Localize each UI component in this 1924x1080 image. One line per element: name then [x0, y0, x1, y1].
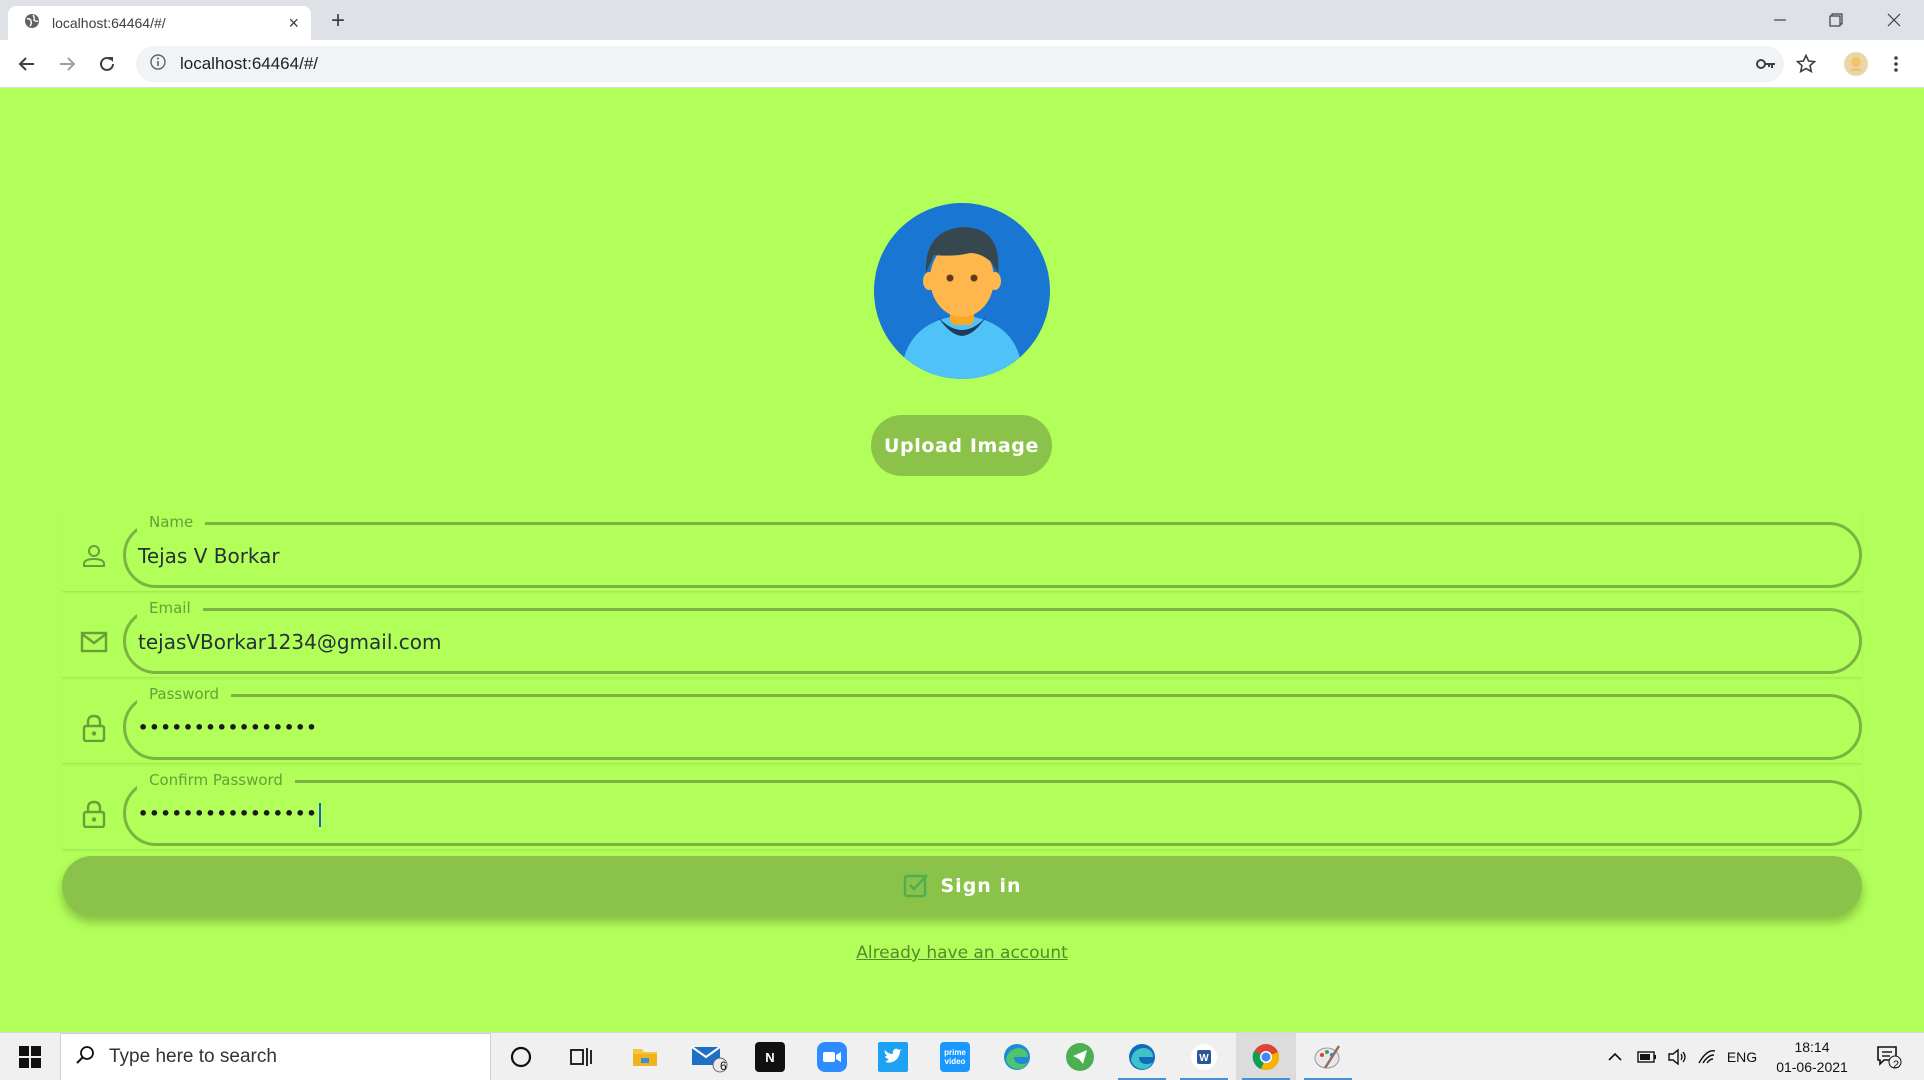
notion-icon[interactable]: N: [740, 1033, 800, 1080]
email-label-container: Email: [137, 598, 203, 618]
notification-center-icon[interactable]: 2: [1866, 1033, 1912, 1080]
forward-arrow-icon[interactable]: [53, 50, 81, 78]
mail-icon: [72, 620, 116, 664]
name-field-row: Name Tejas V Borkar: [62, 512, 1862, 592]
name-label: Name: [149, 513, 194, 531]
battery-icon[interactable]: [1632, 1033, 1662, 1080]
browser-tab[interactable]: localhost:64464/#/ ×: [8, 6, 311, 40]
url-text: localhost:64464/#/: [180, 54, 318, 73]
restore-window-icon[interactable]: [1808, 0, 1864, 40]
show-hidden-icons-chevron-icon[interactable]: [1600, 1033, 1630, 1080]
email-field-row: Email tejasVBorkar1234@gmail.com: [62, 598, 1862, 678]
clock-date: 01-06-2021: [1776, 1059, 1848, 1075]
password-input-outline: [123, 694, 1862, 760]
password-label: Password: [149, 685, 220, 703]
password-input[interactable]: Password ••••••••••••••••: [123, 684, 1862, 764]
password-key-icon[interactable]: [1750, 48, 1782, 80]
name-input-outline: [123, 522, 1862, 588]
file-explorer-icon[interactable]: [615, 1033, 675, 1080]
bookmark-star-icon[interactable]: [1790, 48, 1822, 80]
password-label-container: Password: [137, 684, 232, 704]
address-bar[interactable]: localhost:64464/#/: [136, 46, 1784, 82]
task-view-icon[interactable]: [551, 1033, 611, 1080]
email-label: Email: [149, 599, 191, 617]
confirm-password-value: ••••••••••••••••: [138, 804, 318, 823]
email-value: tejasVBorkar1234@gmail.com: [138, 630, 442, 654]
search-placeholder: Type here to search: [109, 1046, 277, 1067]
site-info-icon[interactable]: [150, 53, 166, 75]
profile-avatar-icon[interactable]: [1840, 48, 1872, 80]
mail-icon[interactable]: 6: [678, 1033, 738, 1080]
volume-icon[interactable]: [1662, 1033, 1692, 1080]
sign-in-label: Sign in: [940, 875, 1022, 897]
prime-video-icon[interactable]: prime video: [925, 1033, 985, 1080]
browser-tab-bar: localhost:64464/#/ × +: [0, 0, 1924, 40]
edge-dev-icon[interactable]: [1112, 1033, 1172, 1080]
minimize-window-icon[interactable]: [1752, 0, 1808, 40]
sign-in-button[interactable]: Sign in: [62, 856, 1862, 916]
text-caret: [318, 802, 321, 827]
password-value: ••••••••••••••••: [138, 718, 318, 737]
windows-taskbar: Type here to search 6 N prime video W EN…: [0, 1032, 1924, 1080]
lock-icon: [72, 792, 116, 836]
taskbar-clock[interactable]: 18:14 01-06-2021: [1762, 1037, 1862, 1077]
close-window-icon[interactable]: [1866, 0, 1922, 40]
password-field-row: Password ••••••••••••••••: [62, 684, 1862, 764]
reload-icon[interactable]: [93, 50, 121, 78]
confirm-password-label-container: Confirm Password: [137, 770, 295, 790]
person-icon: [72, 534, 116, 578]
notifications-badge: 2: [1893, 1059, 1900, 1071]
search-icon: [75, 1045, 95, 1070]
confirm-password-label: Confirm Password: [149, 771, 283, 789]
lock-icon: [72, 706, 116, 750]
confirm-password-field-row: Confirm Password ••••••••••••••••: [62, 770, 1862, 850]
already-have-account-link[interactable]: Already have an account: [856, 943, 1068, 963]
new-tab-button[interactable]: +: [325, 8, 351, 34]
name-label-container: Name: [137, 512, 206, 532]
word-icon[interactable]: W: [1174, 1033, 1234, 1080]
telegram-icon[interactable]: [1050, 1033, 1110, 1080]
name-input[interactable]: Name Tejas V Borkar: [123, 512, 1862, 592]
taskbar-search-input[interactable]: Type here to search: [60, 1033, 491, 1080]
checkbox-checked-icon: [903, 872, 929, 901]
confirm-password-input[interactable]: Confirm Password ••••••••••••••••: [123, 770, 1862, 850]
windows-start-icon[interactable]: [0, 1033, 60, 1080]
twitter-icon[interactable]: [863, 1033, 923, 1080]
edge-icon[interactable]: [987, 1033, 1047, 1080]
browser-menu-icon[interactable]: [1880, 48, 1912, 80]
close-tab-icon[interactable]: ×: [288, 14, 299, 32]
already-have-account-container: Already have an account: [0, 943, 1924, 963]
tab-title: localhost:64464/#/: [52, 15, 166, 31]
svg-text:W: W: [1199, 1053, 1209, 1064]
paint-icon[interactable]: [1298, 1033, 1358, 1080]
name-value: Tejas V Borkar: [138, 544, 280, 568]
chrome-icon[interactable]: [1236, 1033, 1296, 1080]
site-globe-icon: [24, 13, 40, 34]
upload-image-button[interactable]: Upload Image: [871, 415, 1052, 476]
email-input[interactable]: Email tejasVBorkar1234@gmail.com: [123, 598, 1862, 678]
profile-avatar-image: [874, 203, 1050, 379]
clock-time: 18:14: [1794, 1039, 1830, 1055]
confirm-password-input-outline: [123, 780, 1862, 846]
confirm-password-value-wrap: ••••••••••••••••: [138, 796, 321, 832]
language-indicator[interactable]: ENG: [1724, 1033, 1760, 1080]
wifi-icon[interactable]: [1692, 1033, 1722, 1080]
browser-toolbar: localhost:64464/#/: [0, 40, 1924, 88]
mail-badge: 6: [720, 1059, 727, 1073]
zoom-icon[interactable]: [802, 1033, 862, 1080]
cortana-icon[interactable]: [491, 1033, 551, 1080]
back-arrow-icon[interactable]: [13, 50, 41, 78]
